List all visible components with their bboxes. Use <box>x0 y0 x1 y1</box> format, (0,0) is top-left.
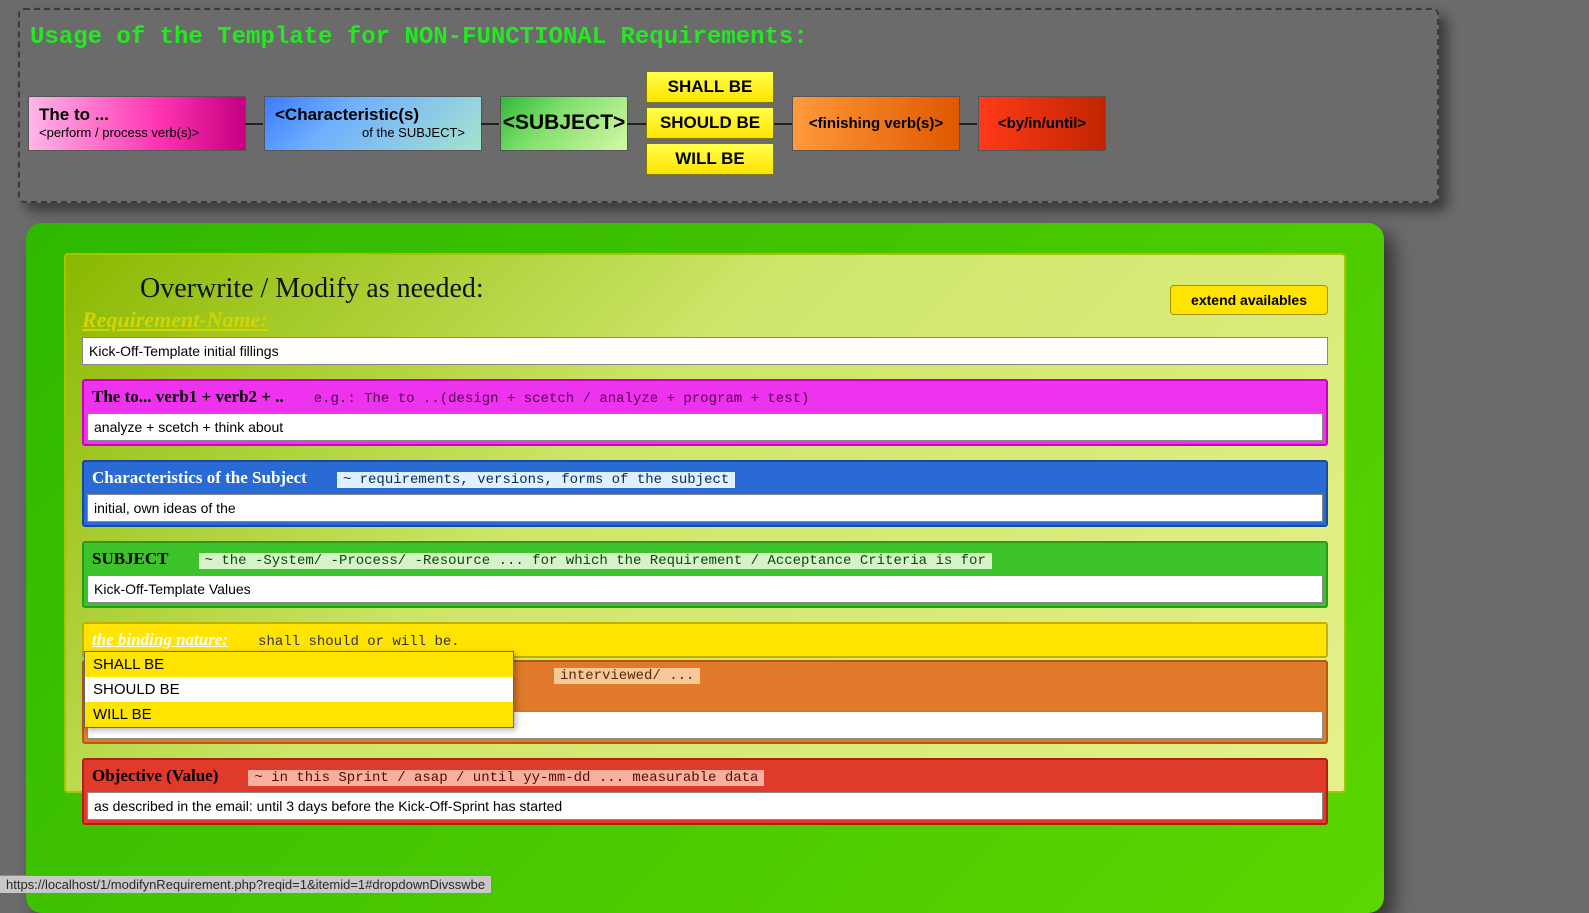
template-row: The to ... <perform / process verb(s)> <… <box>28 71 1429 175</box>
template-usage-panel: Usage of the Template for NON-FUNCTIONAL… <box>18 8 1439 203</box>
template-block-binding-stack: SHALL BE SHOULD BE WILL BE <box>646 71 774 175</box>
section-characteristics-hint: ~ requirements, versions, forms of the s… <box>337 472 735 488</box>
section-subject-input[interactable] <box>87 575 1323 603</box>
requirement-name-label: Requirement-Name: <box>82 307 1328 333</box>
section-verbs: The to... verb1 + verb2 + .. e.g.: The t… <box>82 379 1328 446</box>
section-binding-hint: shall should or will be. <box>258 634 460 650</box>
section-objective: Objective (Value) ~ in this Sprint / asa… <box>82 758 1328 825</box>
section-verbs-label: The to... verb1 + verb2 + .. <box>92 387 284 407</box>
section-subject-hint: ~ the -System/ -Process/ -Resource ... f… <box>199 553 992 569</box>
section-verbs-hint: e.g.: The to ..(design + scetch / analyz… <box>314 391 810 407</box>
template-block-verbs-title: The to ... <box>39 105 235 125</box>
section-binding-label: the binding nature: <box>92 630 228 650</box>
section-finishing-hint: interviewed/ ... <box>554 668 700 684</box>
template-block-verbs: The to ... <perform / process verb(s)> <box>28 96 246 151</box>
form-inner: Overwrite / Modify as needed: extend ava… <box>64 253 1346 793</box>
section-binding: the binding nature: shall should or will… <box>82 622 1328 658</box>
requirement-name-input[interactable] <box>82 337 1328 365</box>
status-bar-url: https://localhost/1/modifynRequirement.p… <box>0 875 492 893</box>
template-block-objective: <by/in/until> <box>978 96 1106 151</box>
section-objective-input[interactable] <box>87 792 1323 820</box>
template-block-finishing: <finishing verb(s)> <box>792 96 960 151</box>
form-heading: Overwrite / Modify as needed: <box>140 273 1328 305</box>
section-verbs-input[interactable] <box>87 413 1323 441</box>
form-outer: Overwrite / Modify as needed: extend ava… <box>26 223 1384 913</box>
template-block-verbs-sub: <perform / process verb(s)> <box>39 125 235 140</box>
section-characteristics-label: Characteristics of the Subject <box>92 468 307 488</box>
template-block-characteristics: <Characteristic(s) of the SUBJECT> <box>264 96 482 151</box>
section-subject-label: SUBJECT <box>92 549 169 569</box>
binding-option-will[interactable]: WILL BE <box>85 702 513 727</box>
section-characteristics-input[interactable] <box>87 494 1323 522</box>
template-block-characteristics-sub: of the SUBJECT> <box>275 125 471 140</box>
template-title: Usage of the Template for NON-FUNCTIONAL… <box>30 24 1429 51</box>
section-characteristics: Characteristics of the Subject ~ require… <box>82 460 1328 527</box>
binding-dropdown[interactable]: SHALL BE SHOULD BE WILL BE <box>84 651 514 728</box>
template-block-subject: <SUBJECT> <box>500 96 628 151</box>
binding-option-shall[interactable]: SHALL BE <box>85 652 513 677</box>
extend-availables-button[interactable]: extend availables <box>1170 285 1328 315</box>
template-binding-shall: SHALL BE <box>646 71 774 103</box>
section-objective-hint: ~ in this Sprint / asap / until yy-mm-dd… <box>248 770 764 786</box>
template-binding-should: SHOULD BE <box>646 107 774 139</box>
section-objective-label: Objective (Value) <box>92 766 218 786</box>
template-block-characteristics-title: <Characteristic(s) <box>275 105 471 125</box>
binding-option-should[interactable]: SHOULD BE <box>85 677 513 702</box>
section-subject: SUBJECT ~ the -System/ -Process/ -Resour… <box>82 541 1328 608</box>
template-binding-will: WILL BE <box>646 143 774 175</box>
